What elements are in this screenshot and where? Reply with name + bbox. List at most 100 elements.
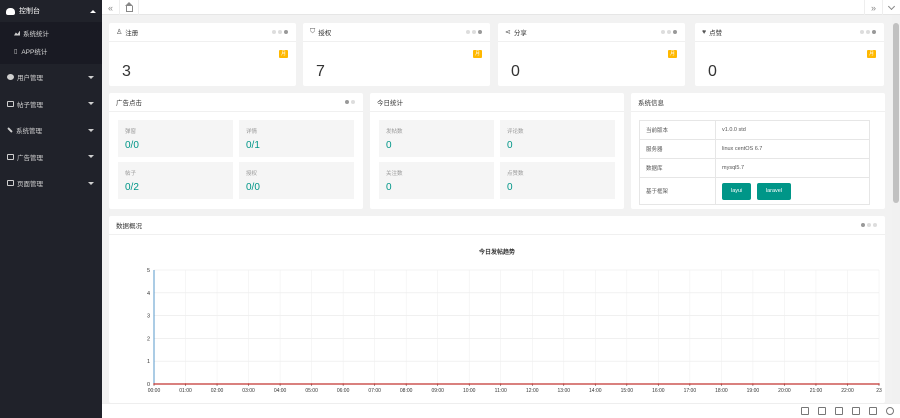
table-row: 基于框架 layui laravel	[639, 177, 870, 205]
chevron-down-icon	[88, 181, 94, 185]
card-pager[interactable]	[466, 30, 482, 34]
scroll-tabs-right-button[interactable]: »	[864, 0, 882, 15]
pager-dot[interactable]	[866, 30, 870, 34]
speaker-icon[interactable]	[852, 407, 860, 415]
x-tick-label: 18:00	[715, 388, 728, 394]
window-icon[interactable]	[869, 407, 877, 415]
data-point	[815, 383, 817, 385]
info-value: v1.0.0 std	[715, 120, 870, 140]
system-info-card: 系统信息 当前版本 v1.0.0 std 服务器 linux centOS 6.…	[631, 93, 885, 209]
bottom-toolbar	[102, 403, 900, 418]
data-point	[594, 383, 597, 385]
card-header: 今日统计	[370, 93, 624, 112]
scroll-tabs-left-button[interactable]: «	[102, 0, 120, 15]
today-stat-posts[interactable]: 发帖数 0	[379, 120, 494, 157]
y-tick-label: 2	[147, 336, 150, 342]
stat-card-authorize: ⛉ 授权 月 7	[303, 23, 490, 86]
pager-dot[interactable]	[351, 100, 355, 104]
copy-icon[interactable]	[818, 407, 826, 415]
data-point	[846, 383, 849, 385]
pager-dot[interactable]	[284, 30, 288, 34]
ad-clicks-card: 广告点击 弹窗 0/0 详情 0/1 帖子 0/2 授权 0/0	[109, 93, 363, 209]
sidebar-item-ads[interactable]: 广告管理	[0, 144, 102, 171]
tab-options-button[interactable]	[882, 0, 900, 15]
main-content: ♙ 注册 月 3 ⛉ 授权 月 7 ⋖ 分享 月 0 ♥ 点赞 月 0 广告点击…	[102, 15, 892, 403]
stat-card-like: ♥ 点赞 月 0	[695, 23, 884, 86]
card-pager[interactable]	[661, 30, 677, 34]
sidebar-item-label: APP统计	[21, 49, 48, 56]
pager-dot[interactable]	[472, 30, 476, 34]
period-badge: 月	[866, 50, 876, 58]
today-stat-follows[interactable]: 关注数 0	[379, 162, 494, 199]
card-header: ♙ 注册	[109, 23, 296, 42]
stat-value: 7	[316, 63, 325, 80]
x-tick-label: 14:00	[589, 388, 602, 394]
sidebar-console[interactable]: 控制台	[0, 0, 102, 22]
sidebar-item-app-stats[interactable]: ▯ APP统计	[0, 42, 102, 60]
sidebar-item-label: 系统管理	[16, 128, 42, 136]
sidebar: 控制台 系统统计 ▯ APP统计 用户管理 帖子管理 系统管理 广告管理 页面管…	[0, 0, 102, 418]
sidebar-item-label: 系统统计	[23, 31, 49, 38]
period-badge: 月	[472, 50, 482, 58]
pager-dot[interactable]	[860, 30, 864, 34]
rocket-icon[interactable]	[801, 407, 809, 415]
pager-dot[interactable]	[272, 30, 276, 34]
sidebar-item-system[interactable]: 系统管理	[0, 117, 102, 144]
today-stat-likes[interactable]: 点赞数 0	[500, 162, 615, 199]
pager-dot[interactable]	[278, 30, 282, 34]
stat-value: 3	[122, 63, 131, 80]
x-tick-label: 06:00	[337, 388, 350, 394]
x-tick-label: 08:00	[400, 388, 413, 394]
info-value: linux centOS 6.7	[715, 139, 870, 159]
laravel-button[interactable]: laravel	[756, 182, 792, 200]
scrollbar-thumb[interactable]	[893, 23, 899, 203]
sidebar-console-label: 控制台	[19, 8, 40, 15]
card-title: 授权	[318, 30, 332, 37]
pager-dot[interactable]	[673, 30, 677, 34]
sidebar-item-pages[interactable]: 页面管理	[0, 170, 102, 197]
data-point	[531, 383, 534, 385]
pager-dot[interactable]	[872, 30, 876, 34]
sidebar-item-posts[interactable]: 帖子管理	[0, 91, 102, 118]
pager-dot[interactable]	[661, 30, 665, 34]
data-point	[499, 383, 502, 385]
ad-stat-detail[interactable]: 详情 0/1	[239, 120, 354, 157]
card-header: ♥ 点赞	[695, 23, 884, 42]
stat-number: 0	[386, 182, 392, 193]
chevron-up-icon	[90, 9, 96, 13]
sidebar-item-label: 用户管理	[17, 75, 43, 83]
trash-icon[interactable]	[835, 407, 843, 415]
pager-dot[interactable]	[667, 30, 671, 34]
data-point	[626, 383, 628, 385]
pager-dot[interactable]	[345, 100, 349, 104]
chevron-down-icon	[88, 102, 94, 106]
data-point	[752, 383, 754, 385]
stat-number: 0/0	[246, 182, 260, 193]
sidebar-item-label: 广告管理	[17, 154, 43, 162]
card-pager[interactable]	[345, 100, 355, 104]
pager-dot[interactable]	[478, 30, 482, 34]
stat-number: 0	[507, 182, 513, 193]
chevron-down-icon	[88, 128, 94, 132]
post-trend-chart: 01234500:00 01:00 02:00 03:00 04:00 05:00 06:0…	[147, 268, 882, 394]
wrench-icon	[7, 127, 13, 134]
sidebar-item-system-stats[interactable]: 系统统计	[0, 24, 102, 42]
home-tab[interactable]	[121, 0, 139, 15]
layui-button[interactable]: layui	[722, 182, 752, 200]
ad-stat-post[interactable]: 帖子 0/2	[118, 162, 233, 199]
card-pager[interactable]	[860, 30, 876, 34]
heart-icon: ♥	[702, 28, 707, 36]
card-pager[interactable]	[272, 30, 288, 34]
card-title: 点赞	[709, 30, 723, 37]
ad-stat-popup[interactable]: 弹窗 0/0	[118, 120, 233, 157]
search-icon[interactable]	[886, 407, 894, 415]
x-tick-label: 12:00	[526, 388, 539, 394]
ad-stat-authorize[interactable]: 授权 0/0	[239, 162, 354, 199]
pager-dot[interactable]	[466, 30, 470, 34]
stat-label: 详情	[246, 129, 258, 135]
x-tick-label: 16:00	[652, 388, 665, 394]
bar-chart-icon	[14, 30, 20, 36]
page-scrollbar[interactable]	[892, 15, 900, 403]
today-stat-comments[interactable]: 评论数 0	[500, 120, 615, 157]
sidebar-item-users[interactable]: 用户管理	[0, 64, 102, 91]
